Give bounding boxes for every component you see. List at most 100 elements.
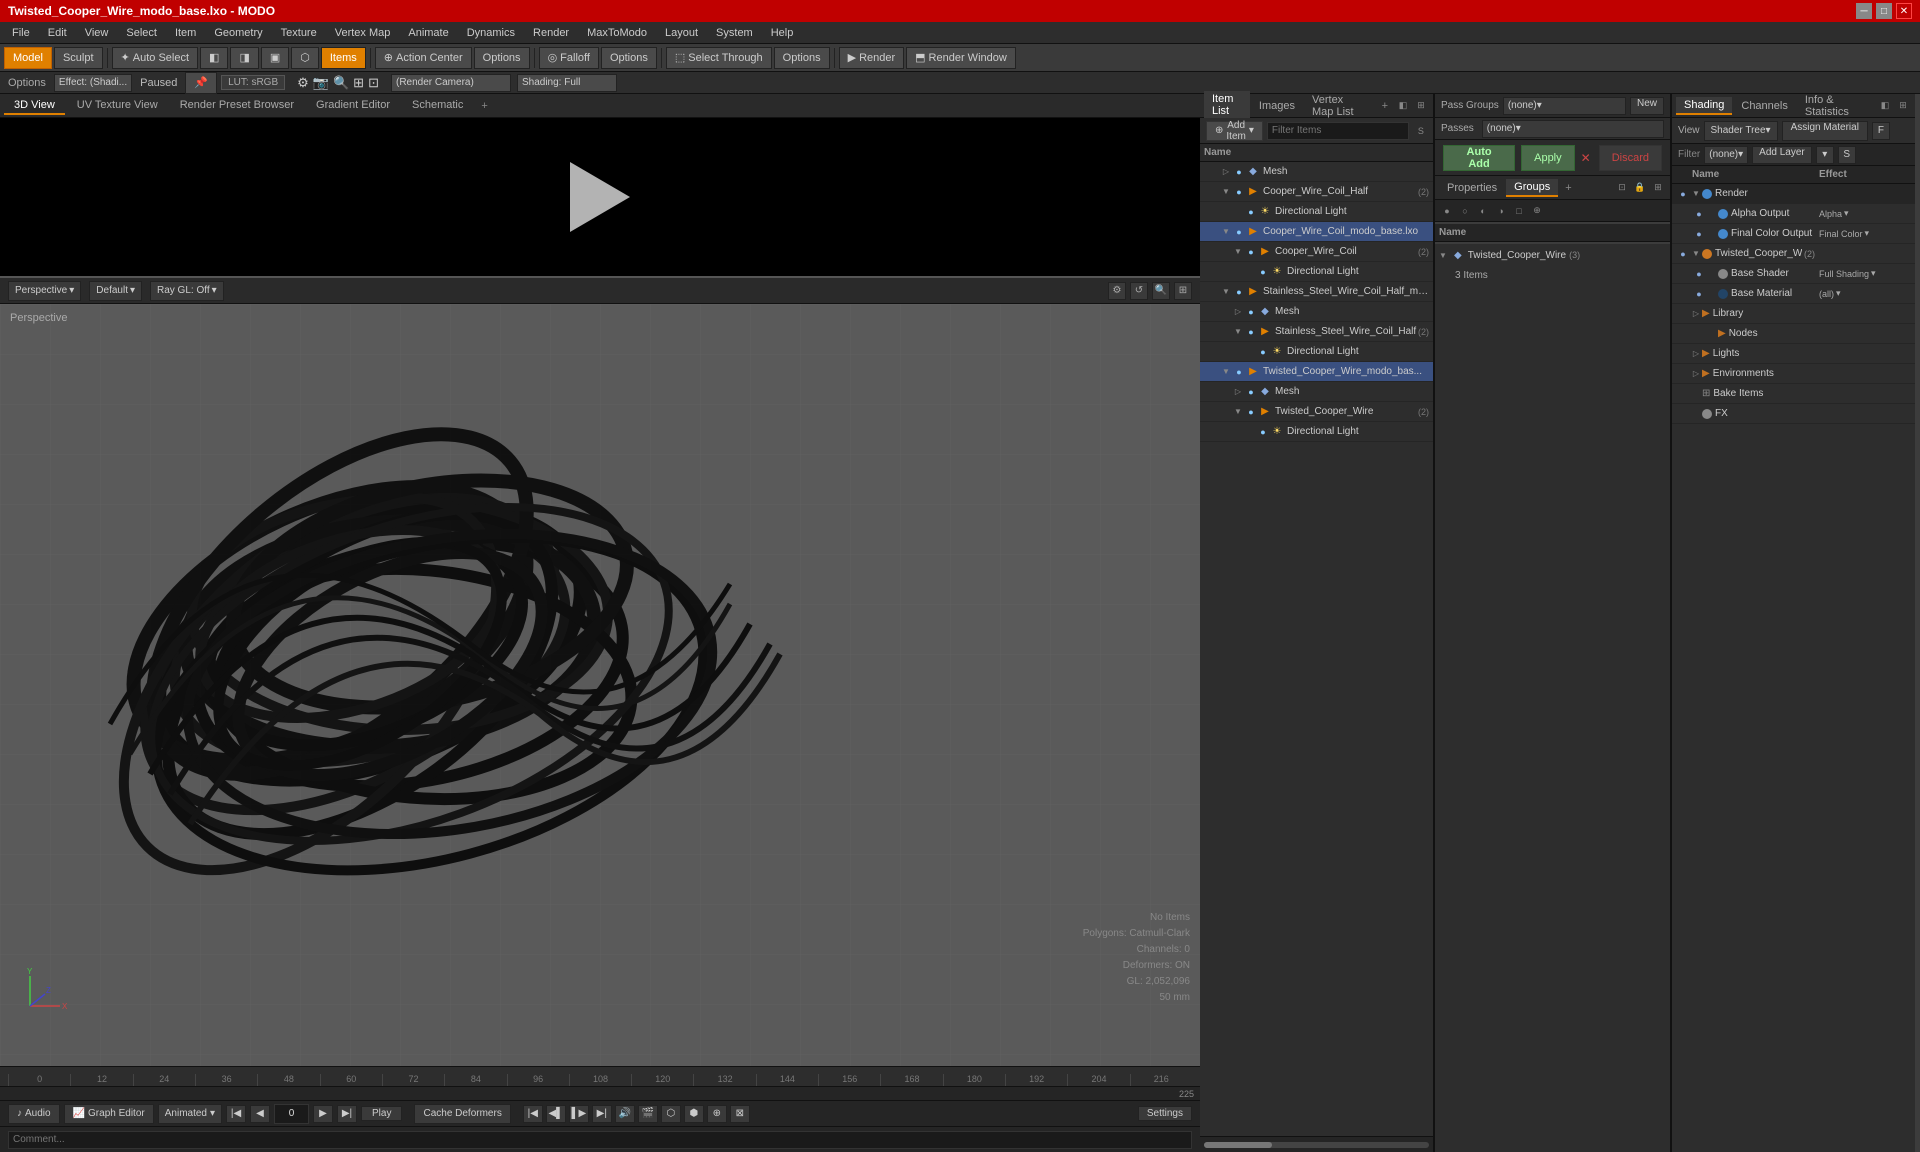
- tab-item-list[interactable]: Item List: [1204, 91, 1250, 121]
- menu-edit[interactable]: Edit: [40, 25, 75, 41]
- groups-icon-1[interactable]: ●: [1439, 203, 1455, 219]
- shader-eye-icon[interactable]: [1676, 407, 1690, 421]
- shader-row[interactable]: ● Alpha Output Alpha ▾: [1672, 204, 1915, 224]
- render-camera-dropdown[interactable]: (Render Camera): [391, 74, 511, 92]
- shader-content[interactable]: ● ▼ Render ● Alpha Output Alpha ▾: [1672, 184, 1915, 1152]
- next-frame-button[interactable]: ▶: [313, 1105, 333, 1123]
- groups-ctrl-2[interactable]: ⊞: [1650, 180, 1666, 196]
- effect-dropdown[interactable]: Alpha ▾: [1819, 208, 1849, 219]
- menu-system[interactable]: System: [708, 25, 761, 41]
- list-item[interactable]: ▼ ● ▶ Stainless_Steel_Wire_Coil_Half_mod…: [1200, 282, 1433, 302]
- prev-keyframe-button[interactable]: |◀: [226, 1105, 246, 1123]
- list-item[interactable]: ▼ ● ▶ Cooper_Wire_Coil (2): [1200, 242, 1433, 262]
- menu-dynamics[interactable]: Dynamics: [459, 25, 523, 41]
- group-row[interactable]: ▼ ◆ Twisted_Cooper_Wire (3): [1435, 244, 1670, 266]
- menu-select[interactable]: Select: [118, 25, 165, 41]
- panel-ctrl-1[interactable]: ◧: [1395, 98, 1411, 114]
- visibility-icon[interactable]: ●: [1244, 245, 1258, 259]
- list-item[interactable]: ▼ ● ▶ Cooper_Wire_Coil_modo_base.lxo: [1200, 222, 1433, 242]
- list-item[interactable]: ▼ ● ▶ Stainless_Steel_Wire_Coil_Half (2): [1200, 322, 1433, 342]
- list-item[interactable]: ▷ ● ◆ Mesh: [1200, 382, 1433, 402]
- auto-select-button[interactable]: ✦ Auto Select: [112, 47, 198, 69]
- animated-dropdown[interactable]: Animated ▾: [158, 1104, 222, 1124]
- passes-dropdown[interactable]: (none) ▾: [1482, 120, 1664, 138]
- discard-button[interactable]: Discard: [1599, 145, 1662, 171]
- sculpt-button[interactable]: Sculpt: [54, 47, 103, 69]
- visibility-icon[interactable]: ●: [1244, 405, 1258, 419]
- shader-eye-icon[interactable]: ●: [1692, 267, 1706, 281]
- menu-file[interactable]: File: [4, 25, 38, 41]
- tab-shading[interactable]: Shading: [1676, 97, 1732, 115]
- pass-groups-dropdown[interactable]: (none) ▾: [1503, 97, 1626, 115]
- shader-eye-icon[interactable]: [1692, 327, 1706, 341]
- filter-items-input[interactable]: [1267, 122, 1409, 140]
- shader-row[interactable]: FX: [1672, 404, 1915, 424]
- options-btn1[interactable]: Options: [474, 47, 530, 69]
- icon-btn-1[interactable]: ◧: [200, 47, 228, 69]
- effect-dropdown[interactable]: Effect: (Shadi...: [54, 74, 132, 92]
- shader-eye-icon[interactable]: ●: [1676, 247, 1690, 261]
- transport-icon-6[interactable]: 🎬: [638, 1105, 658, 1123]
- shader-row[interactable]: ⊞ Bake Items: [1672, 384, 1915, 404]
- list-item[interactable]: ● ☀ Directional Light: [1200, 422, 1433, 442]
- ray-gl-dropdown[interactable]: Ray GL: Off ▾: [150, 281, 224, 301]
- layer-s-button[interactable]: S: [1838, 146, 1856, 164]
- shader-eye-icon[interactable]: [1676, 367, 1690, 381]
- shader-eye-icon[interactable]: ●: [1692, 287, 1706, 301]
- menu-animate[interactable]: Animate: [400, 25, 456, 41]
- view-icon-5[interactable]: ⊡: [368, 75, 379, 91]
- visibility-icon[interactable]: ●: [1232, 165, 1246, 179]
- add-groups-tab[interactable]: +: [1559, 180, 1577, 196]
- groups-content[interactable]: ▼ ◆ Twisted_Cooper_Wire (3) 3 Items: [1435, 244, 1670, 1152]
- shader-eye-icon[interactable]: [1676, 347, 1690, 361]
- shader-eye-icon[interactable]: ●: [1676, 187, 1690, 201]
- visibility-icon[interactable]: ●: [1256, 265, 1270, 279]
- tab-vertex-map-list[interactable]: Vertex Map List: [1304, 92, 1375, 120]
- shader-eye-icon[interactable]: ●: [1692, 227, 1706, 241]
- shader-row[interactable]: ▷ ▶ Library: [1672, 304, 1915, 324]
- shader-eye-icon[interactable]: ●: [1692, 207, 1706, 221]
- view-style-dropdown[interactable]: Default ▾: [89, 281, 142, 301]
- list-item[interactable]: ● ☀ Directional Light: [1200, 262, 1433, 282]
- visibility-icon[interactable]: ●: [1244, 385, 1258, 399]
- transport-icon-8[interactable]: ⬢: [684, 1105, 704, 1123]
- shader-row[interactable]: ● ▼ Twisted_Cooper_Wire (2): [1672, 244, 1915, 264]
- visibility-icon[interactable]: ●: [1256, 345, 1270, 359]
- shader-row[interactable]: ● Final Color Output Final Color ▾: [1672, 224, 1915, 244]
- panel-ctrl-2[interactable]: ⊞: [1413, 98, 1429, 114]
- falloff-button[interactable]: ◎ Falloff: [539, 47, 599, 69]
- auto-add-button[interactable]: Auto Add: [1443, 145, 1515, 171]
- list-item[interactable]: ● ☀ Directional Light: [1200, 342, 1433, 362]
- tab-render-preset[interactable]: Render Preset Browser: [170, 97, 304, 115]
- transport-icon-7[interactable]: ⬡: [661, 1105, 681, 1123]
- shader-f-button[interactable]: F: [1872, 122, 1890, 140]
- close-button[interactable]: ✕: [1896, 3, 1912, 19]
- menu-vertex-map[interactable]: Vertex Map: [327, 25, 399, 41]
- view-icon-2[interactable]: 📷: [313, 75, 329, 91]
- shader-tree-dropdown[interactable]: Shader Tree ▾: [1704, 121, 1778, 141]
- action-center-button[interactable]: ⊕ Action Center: [375, 47, 472, 69]
- view-settings-icon[interactable]: ⚙: [1108, 282, 1126, 300]
- visibility-icon[interactable]: ●: [1256, 425, 1270, 439]
- groups-ctrl-1[interactable]: ⊡: [1614, 180, 1630, 196]
- add-panel-tab[interactable]: +: [1376, 98, 1394, 114]
- tab-properties[interactable]: Properties: [1439, 180, 1505, 196]
- shader-row[interactable]: ▶ Nodes: [1672, 324, 1915, 344]
- menu-help[interactable]: Help: [763, 25, 802, 41]
- assign-material-button[interactable]: Assign Material: [1782, 121, 1868, 141]
- play-button[interactable]: Play: [361, 1106, 402, 1121]
- visibility-icon[interactable]: ●: [1244, 305, 1258, 319]
- icon-btn-4[interactable]: ⬡: [291, 47, 319, 69]
- list-item[interactable]: ▼ ● ▶ Twisted_Cooper_Wire_modo_bas...: [1200, 362, 1433, 382]
- view-reset-icon[interactable]: ↺: [1130, 282, 1148, 300]
- groups-ctrl-lock[interactable]: 🔒: [1632, 180, 1648, 196]
- prev-frame-button[interactable]: ◀: [250, 1105, 270, 1123]
- view-search-icon[interactable]: 🔍: [1152, 282, 1170, 300]
- visibility-icon[interactable]: ●: [1232, 225, 1246, 239]
- effect-dropdown[interactable]: Final Color ▾: [1819, 228, 1869, 239]
- scroll-thumb[interactable]: [1204, 1142, 1272, 1148]
- pin-button[interactable]: 📌: [185, 72, 217, 94]
- tab-info-statistics[interactable]: Info & Statistics: [1797, 92, 1876, 120]
- icon-btn-2[interactable]: ◨: [230, 47, 258, 69]
- render-window-button[interactable]: ⬒ Render Window: [906, 47, 1016, 69]
